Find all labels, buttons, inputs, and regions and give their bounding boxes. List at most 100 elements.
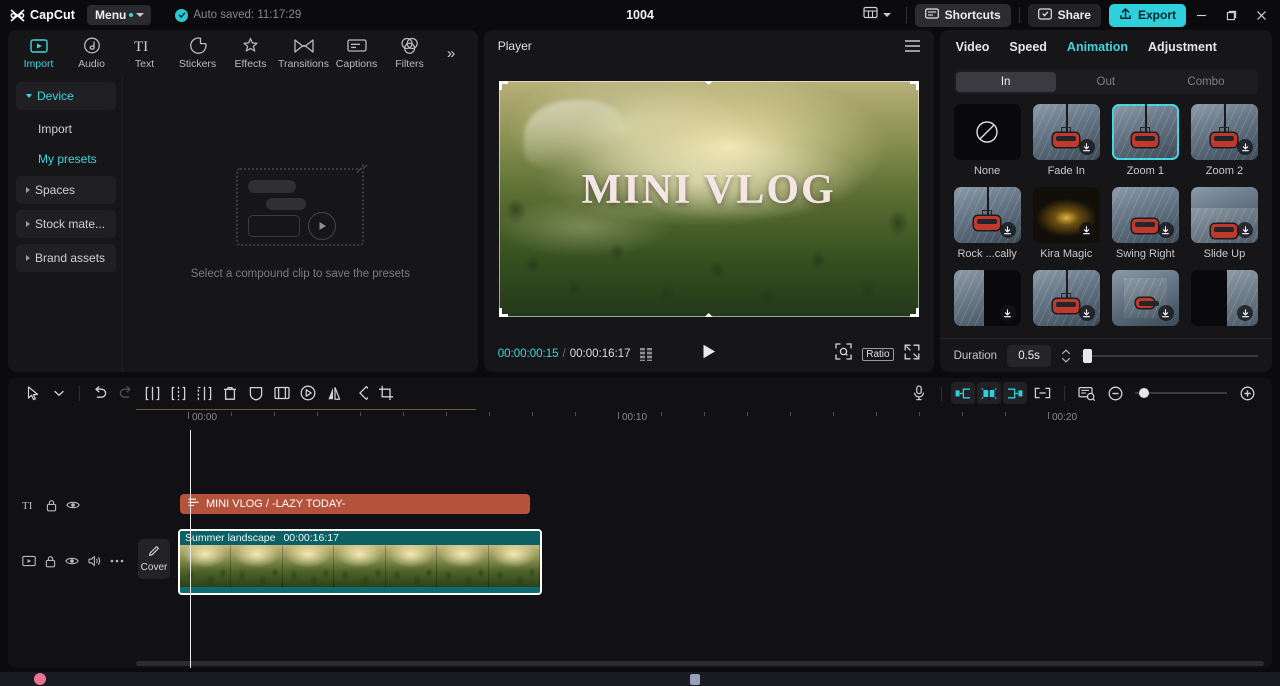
download-icon[interactable] <box>999 222 1016 238</box>
snap-center-icon[interactable] <box>977 382 1001 404</box>
download-icon[interactable] <box>999 305 1016 321</box>
minimize-button[interactable] <box>1186 0 1216 30</box>
tab-speed[interactable]: Speed <box>1009 40 1047 54</box>
mirror-icon[interactable] <box>321 380 347 406</box>
tab-audio[interactable]: Audio <box>65 31 118 75</box>
ratio-button[interactable]: Ratio <box>862 347 894 361</box>
handle-top-left[interactable] <box>498 81 508 90</box>
sidebar-item-device[interactable]: Device <box>16 82 116 110</box>
mask-icon[interactable] <box>243 380 269 406</box>
tab-transitions[interactable]: Transitions <box>277 31 330 75</box>
download-icon[interactable] <box>1078 305 1095 321</box>
hamburger-icon[interactable] <box>904 40 920 52</box>
tab-video[interactable]: Video <box>956 40 990 54</box>
shortcuts-button[interactable]: Shortcuts <box>914 3 1011 27</box>
split-icon[interactable] <box>139 380 165 406</box>
sidebar-item-brand-assets[interactable]: Brand assets <box>16 244 116 272</box>
sidebar-item-spaces[interactable]: Spaces <box>16 176 116 204</box>
eye-icon[interactable] <box>66 500 80 510</box>
rotate-icon[interactable] <box>347 380 373 406</box>
link-icon[interactable] <box>1029 380 1055 406</box>
eye-icon[interactable] <box>65 556 79 566</box>
menu-button[interactable]: Menu <box>87 5 152 25</box>
preset-row3-3[interactable] <box>1111 270 1179 326</box>
preset-swing-right[interactable]: Swing Right <box>1111 187 1179 260</box>
preset-none[interactable]: None <box>953 104 1021 177</box>
handle-bottom-middle[interactable] <box>702 313 715 317</box>
layout-button[interactable] <box>856 3 898 27</box>
sidebar-item-import[interactable]: Import <box>16 116 116 142</box>
handle-top-middle[interactable] <box>702 81 715 85</box>
preset-row3-4[interactable] <box>1190 270 1258 326</box>
preset-fade-in[interactable]: Fade In <box>1032 104 1100 177</box>
download-icon[interactable] <box>1237 305 1253 321</box>
duration-slider-handle[interactable] <box>1083 348 1093 363</box>
zoom-in-icon[interactable] <box>1234 380 1260 406</box>
crop-icon[interactable] <box>373 380 399 406</box>
more-tools-button[interactable]: » <box>438 33 464 73</box>
tab-stickers[interactable]: Stickers <box>171 31 224 75</box>
fullscreen-icon[interactable] <box>904 344 920 365</box>
download-icon[interactable] <box>1078 139 1095 155</box>
video-preview[interactable]: MINI VLOG <box>498 81 919 317</box>
tab-effects[interactable]: Effects <box>224 31 277 75</box>
duration-slider[interactable] <box>1081 348 1258 363</box>
maximize-button[interactable] <box>1216 0 1246 30</box>
delete-icon[interactable] <box>217 380 243 406</box>
timeline-ruler[interactable]: 00:00 00:10 00:20 <box>8 408 1272 430</box>
handle-bottom-left[interactable] <box>498 308 508 317</box>
select-arrow-icon[interactable] <box>20 380 46 406</box>
tab-text[interactable]: TI Text <box>118 31 171 75</box>
download-icon[interactable] <box>1237 222 1253 238</box>
snap-right-icon[interactable] <box>1003 382 1027 404</box>
tab-captions[interactable]: Captions <box>330 31 383 75</box>
sidebar-item-stock-materials[interactable]: Stock mate... <box>16 210 116 238</box>
sidebar-item-my-presets[interactable]: My presets <box>16 146 116 172</box>
undo-icon[interactable] <box>87 380 113 406</box>
tab-adjustment[interactable]: Adjustment <box>1148 40 1217 54</box>
filmstrip-icon[interactable] <box>640 347 653 361</box>
preset-row3-1[interactable] <box>953 270 1021 326</box>
handle-top-right[interactable] <box>909 81 919 90</box>
keyframe-icon[interactable] <box>1074 380 1100 406</box>
preset-kira-magic[interactable]: Kira Magic <box>1032 187 1100 260</box>
preset-slide-up[interactable]: Slide Up <box>1190 187 1258 260</box>
download-icon[interactable] <box>1157 305 1174 321</box>
taskbar-app-icon[interactable] <box>34 673 46 685</box>
preset-zoom-2[interactable]: Zoom 2 <box>1190 104 1258 177</box>
timeline-zoom-slider[interactable] <box>1135 386 1227 400</box>
preset-row3-2[interactable] <box>1032 270 1100 326</box>
share-button[interactable]: Share <box>1027 3 1101 27</box>
download-icon[interactable] <box>1237 139 1253 155</box>
timeline-horizontal-scrollbar[interactable] <box>136 661 1264 666</box>
speed-icon[interactable] <box>295 380 321 406</box>
duration-value[interactable]: 0.5s <box>1007 344 1052 367</box>
more-icon[interactable] <box>110 559 124 563</box>
segment-out[interactable]: Out <box>1056 72 1156 92</box>
trim-left-icon[interactable] <box>165 380 191 406</box>
fit-to-screen-icon[interactable] <box>835 343 852 365</box>
segment-in[interactable]: In <box>955 72 1056 92</box>
tab-filters[interactable]: Filters <box>383 31 436 75</box>
tool-chevron-down-icon[interactable] <box>46 380 72 406</box>
snap-left-icon[interactable] <box>951 382 975 404</box>
cover-button[interactable]: Cover <box>138 539 170 579</box>
zoom-out-icon[interactable] <box>1102 380 1128 406</box>
preset-rock-vertically[interactable]: Rock ...cally <box>953 187 1021 260</box>
trim-right-icon[interactable] <box>191 380 217 406</box>
lock-icon[interactable] <box>46 499 57 512</box>
handle-bottom-right[interactable] <box>909 308 919 317</box>
close-button[interactable] <box>1246 0 1276 30</box>
tab-animation[interactable]: Animation <box>1067 40 1128 54</box>
clip-video[interactable]: Summer landscape 00:00:16:17 <box>178 529 542 595</box>
microphone-icon[interactable] <box>906 380 932 406</box>
play-button[interactable] <box>702 344 716 364</box>
download-icon[interactable] <box>1078 222 1095 238</box>
tab-import[interactable]: Import <box>12 31 65 75</box>
freeze-frame-icon[interactable] <box>269 380 295 406</box>
taskbar-app-icon[interactable] <box>690 674 700 685</box>
download-icon[interactable] <box>1157 222 1174 238</box>
zoom-slider-handle[interactable] <box>1139 388 1149 398</box>
preset-zoom-1[interactable]: Zoom 1 <box>1111 104 1179 177</box>
clip-text[interactable]: MINI VLOG / -LAZY TODAY- <box>180 494 530 514</box>
